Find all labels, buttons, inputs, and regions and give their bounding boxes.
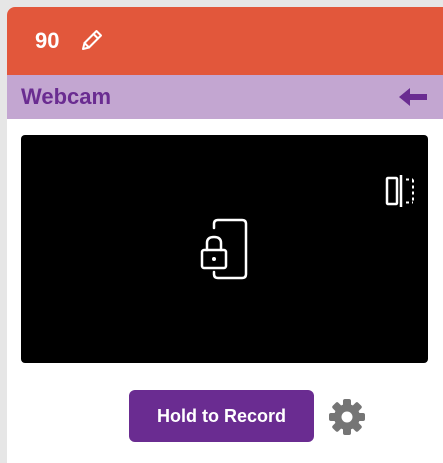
hold-to-record-button[interactable]: Hold to Record <box>129 390 314 442</box>
phone-lock-icon <box>196 218 254 280</box>
flip-horizontal-icon[interactable] <box>384 173 418 209</box>
webcam-preview <box>21 135 428 363</box>
class-card: 90 Webcam Hold to Record <box>7 7 443 463</box>
pencil-icon[interactable] <box>77 27 105 55</box>
gear-icon[interactable] <box>327 397 367 437</box>
panel-title: Webcam <box>21 84 112 109</box>
arrow-left-icon[interactable] <box>395 85 431 109</box>
class-header <box>7 7 443 75</box>
class-sample-count: 90 <box>35 28 60 53</box>
